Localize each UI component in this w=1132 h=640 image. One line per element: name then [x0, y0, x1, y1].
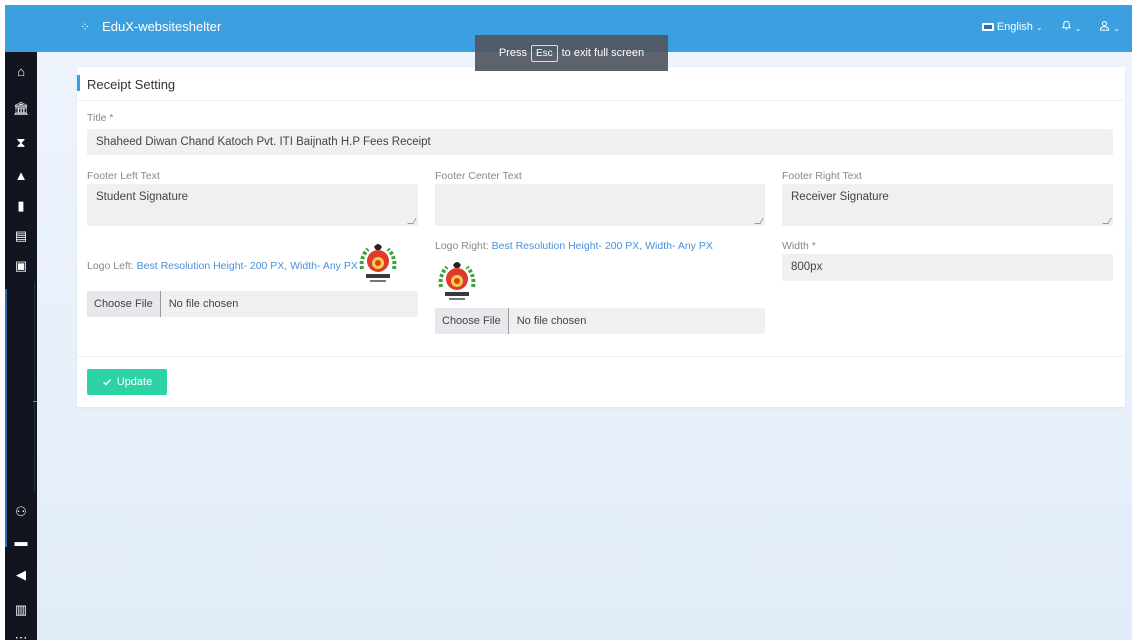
menu-toggle-icon[interactable]: ⁘	[80, 20, 90, 34]
card-header-accent	[77, 75, 80, 91]
sidebar-divider	[34, 282, 35, 492]
sidebar-active-indicator	[5, 289, 7, 547]
book-icon[interactable]: ▥	[13, 602, 29, 618]
footer-left-label: Footer Left Text	[87, 170, 160, 182]
sidebar: ⌂ 🏛︎ ⧗ ▲ ▮ ▤ ▣ ⚇ ▬ ◀ ▥ ⋯	[5, 52, 37, 640]
flag-icon	[981, 23, 994, 32]
resize-handle-icon[interactable]	[1102, 218, 1112, 224]
check-icon	[102, 379, 111, 386]
title-label-text: Title	[87, 112, 107, 124]
brand: ⁘ EduX-websiteshelter	[80, 19, 221, 34]
hourglass-icon[interactable]: ⧗	[13, 135, 29, 151]
logo-right-label: Logo Right: Best Resolution Height- 200 …	[435, 240, 713, 252]
card-footer-divider	[77, 356, 1125, 357]
more-icon[interactable]: ⋯	[13, 630, 29, 640]
megaphone-icon[interactable]: ◀	[13, 567, 29, 583]
chevron-down-icon: ⌄	[1035, 23, 1043, 32]
required-mark: *	[811, 240, 816, 252]
logo-right-label-text: Logo Right:	[435, 240, 489, 252]
language-label: English	[996, 21, 1033, 33]
footer-right-value: Receiver Signature	[791, 191, 889, 203]
graduation-cap-icon[interactable]: ▲	[13, 168, 29, 184]
logo-right-hint: Best Resolution Height- 200 PX, Width- A…	[491, 240, 713, 252]
footer-left-textarea[interactable]: Student Signature	[87, 184, 418, 226]
no-file-text: No file chosen	[168, 298, 239, 310]
logo-left-label-text: Logo Left:	[87, 260, 134, 272]
user-icon	[1100, 21, 1110, 31]
width-label-text: Width	[782, 240, 809, 252]
required-mark: *	[109, 112, 114, 124]
toast-suffix: to exit full screen	[561, 47, 645, 59]
choose-file-button[interactable]: Choose File	[87, 291, 161, 317]
chevron-down-icon: ⌄	[1074, 24, 1082, 33]
language-selector[interactable]: English ⌄	[981, 21, 1043, 33]
footer-center-textarea[interactable]	[435, 184, 765, 226]
footer-right-label: Footer Right Text	[782, 170, 862, 182]
logo-left-hint: Best Resolution Height- 200 PX, Width- A…	[136, 260, 358, 272]
resize-handle-icon[interactable]	[407, 218, 417, 224]
no-file-text: No file chosen	[516, 315, 587, 327]
logo-right-image	[438, 262, 476, 300]
width-input[interactable]: 800px	[782, 254, 1113, 281]
card-title: Receipt Setting	[87, 77, 176, 92]
notifications-menu[interactable]: ⌄	[1061, 20, 1082, 34]
bell-icon	[1061, 20, 1071, 30]
logo-right-file-input[interactable]: Choose File No file chosen	[435, 308, 765, 334]
toast-prefix: Press	[498, 47, 527, 59]
user-menu[interactable]: ⌄	[1099, 20, 1120, 34]
chevron-down-icon: ⌄	[1113, 24, 1120, 33]
users-icon[interactable]: ⚇	[13, 504, 29, 520]
app-title: EduX-websiteshelter	[102, 19, 222, 34]
home-icon[interactable]: ⌂	[13, 64, 29, 80]
footer-center-label: Footer Center Text	[435, 170, 522, 182]
main-content: Receipt Setting Title * Shaheed Diwan Ch…	[37, 52, 1132, 640]
logo-left-file-input[interactable]: Choose File No file chosen	[87, 291, 418, 317]
topbar-actions: English ⌄ ⌄ ⌄	[981, 20, 1120, 34]
card-icon[interactable]: ▬	[13, 534, 29, 550]
list-icon[interactable]: ▤	[13, 228, 29, 244]
logo-left-label: Logo Left: Best Resolution Height- 200 P…	[87, 260, 358, 272]
footer-right-textarea[interactable]: Receiver Signature	[782, 184, 1113, 226]
update-label: Update	[116, 376, 153, 388]
choose-file-button[interactable]: Choose File	[435, 308, 509, 334]
update-button[interactable]: Update	[87, 369, 167, 395]
file-icon[interactable]: ▮	[13, 198, 29, 214]
card-header: Receipt Setting	[77, 67, 1125, 101]
width-label: Width *	[782, 240, 816, 252]
footer-left-value: Student Signature	[96, 191, 189, 203]
image-icon[interactable]: ▣	[13, 258, 29, 274]
bank-icon[interactable]: 🏛︎	[13, 101, 30, 117]
logo-left-image	[359, 244, 397, 282]
resize-handle-icon[interactable]	[754, 218, 764, 224]
toast-key: Esc	[530, 44, 558, 62]
receipt-setting-card: Receipt Setting Title * Shaheed Diwan Ch…	[77, 67, 1125, 407]
fullscreen-toast: Press Esc to exit full screen	[475, 35, 668, 71]
title-label: Title *	[87, 112, 113, 124]
title-input[interactable]: Shaheed Diwan Chand Katoch Pvt. ITI Baij…	[87, 129, 1113, 155]
